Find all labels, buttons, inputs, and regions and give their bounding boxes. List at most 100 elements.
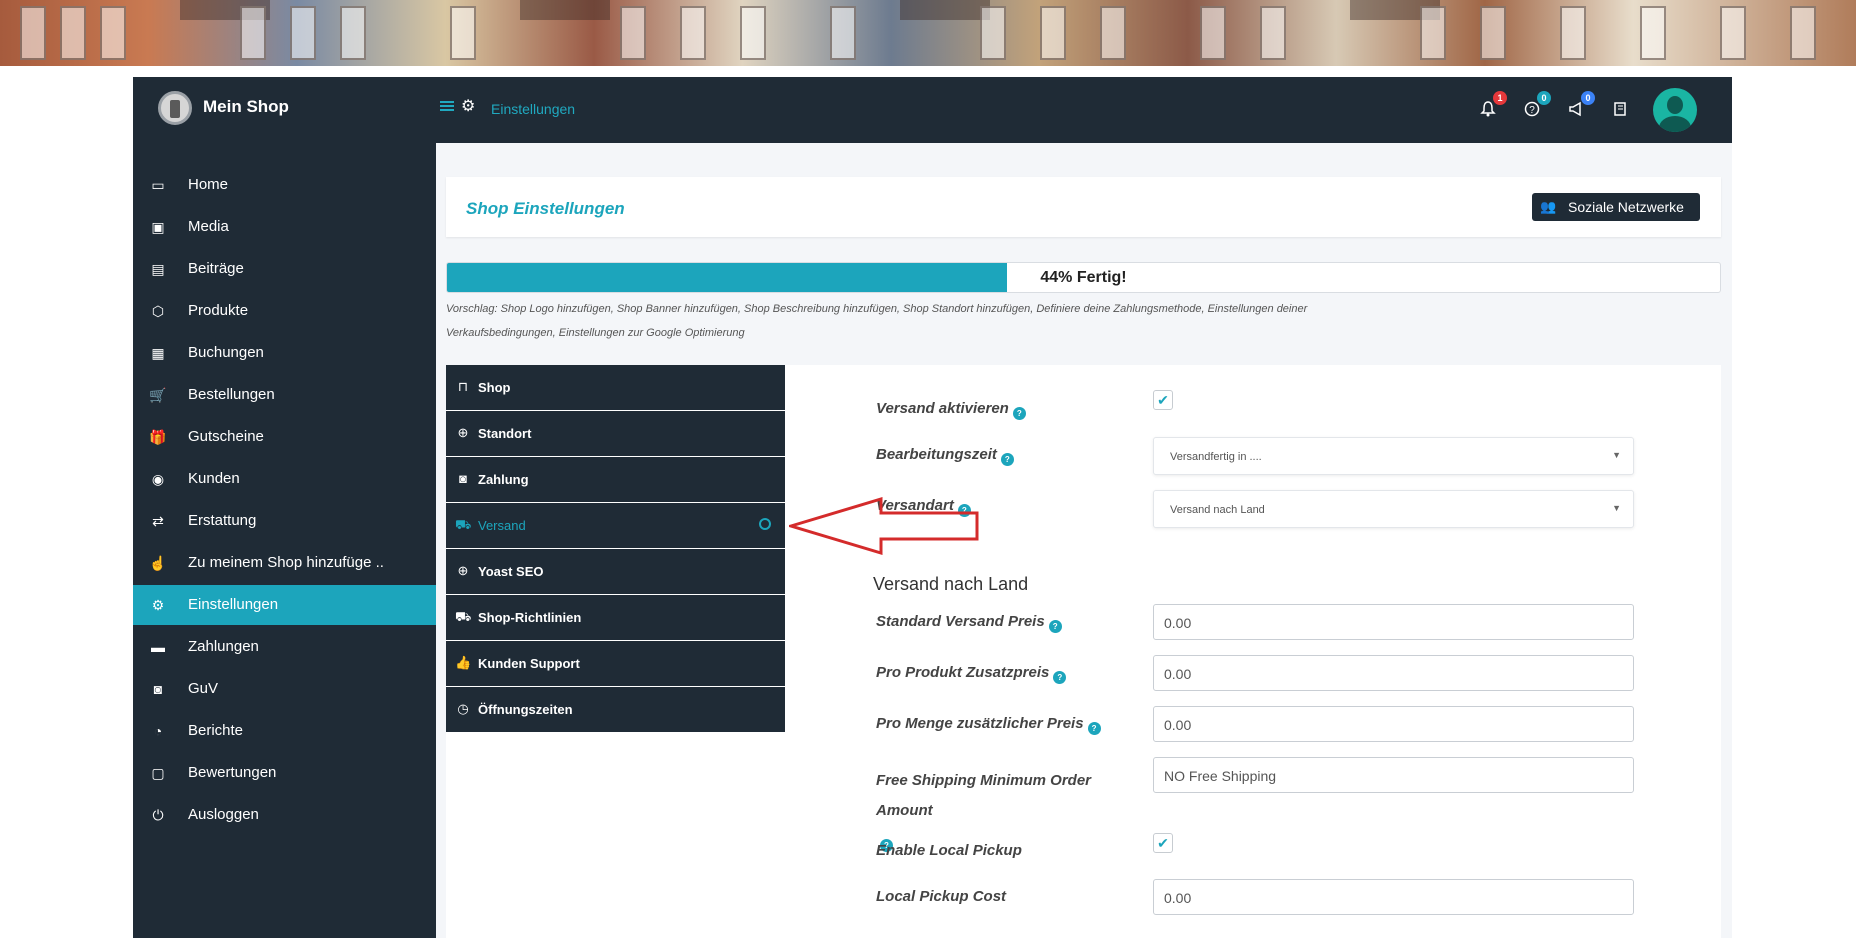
processing-time-value: Versandfertig in .... xyxy=(1170,451,1262,463)
help-badge: 0 xyxy=(1537,91,1551,105)
settings-tabs: ⊓ Shop ⊕ Standort ◙ Zahlung ⛟ Versand ⊕ Yoast SEO… xyxy=(446,365,785,733)
shop-logo-icon[interactable] xyxy=(158,91,192,125)
sidebar-item-label: Kunden xyxy=(188,470,240,487)
free-shipping-input[interactable]: NO Free Shipping xyxy=(1153,757,1634,793)
help-icon: ? xyxy=(1087,722,1101,735)
sidebar-item-bestellungen[interactable]: 🛒 Bestellungen xyxy=(133,375,436,415)
social-networks-button[interactable]: 👥 Soziale Netzwerke xyxy=(1532,193,1700,221)
truck-icon: ⛟ xyxy=(455,609,472,624)
comment-icon: ▢ xyxy=(151,765,165,781)
sidebar-item-label: Zahlungen xyxy=(188,638,259,655)
local-pickup-cost-input[interactable]: 0.00 xyxy=(1153,879,1634,915)
top-bar: Mein Shop ⚙ Einstellungen 1 ? 0 0 xyxy=(133,77,1732,143)
setup-progress-bar: 44% Fertig! xyxy=(446,262,1721,293)
sidebar-item-label: Zu meinem Shop hinzufüge .. xyxy=(188,554,384,571)
tab-standort[interactable]: ⊕ Standort xyxy=(446,411,785,457)
header-banner-image xyxy=(0,0,1856,66)
tab-versand[interactable]: ⛟ Versand xyxy=(446,503,785,549)
refund-icon: ⇄ xyxy=(152,513,164,529)
globe-icon: ⊕ xyxy=(457,425,469,440)
help-icon: ? xyxy=(1012,407,1026,420)
breadcrumb[interactable]: Einstellungen xyxy=(491,101,575,117)
sidebar-item-bewertungen[interactable]: ▢ Bewertungen xyxy=(133,753,436,793)
shipping-type-select[interactable]: Versand nach Land ▼ xyxy=(1153,490,1634,528)
sidebar-item-label: Buchungen xyxy=(188,344,264,361)
active-indicator-icon xyxy=(759,518,771,530)
per-quantity-price-label: Pro Menge zusätzlicher Preis? xyxy=(876,715,1101,735)
sidebar-item-berichte[interactable]: ◔ Berichte xyxy=(133,711,436,751)
gears-icon: ⚙ xyxy=(461,98,476,115)
help-icon: ? xyxy=(1053,671,1067,684)
announcements-badge: 0 xyxy=(1581,91,1595,105)
setup-hint: Vorschlag: Shop Logo hinzufügen, Shop Ba… xyxy=(446,303,1308,339)
help-icon: ? xyxy=(1048,620,1062,633)
user-avatar[interactable] xyxy=(1653,88,1697,132)
image-icon: ▣ xyxy=(151,219,165,235)
globe-icon: ⊕ xyxy=(457,563,469,578)
question-circle-icon[interactable]: ? 0 xyxy=(1523,91,1551,119)
page-title: Shop Einstellungen xyxy=(466,199,625,218)
tab-yoast-seo[interactable]: ⊕ Yoast SEO xyxy=(446,549,785,595)
default-price-input[interactable]: 0.00 xyxy=(1153,604,1634,640)
sidebar-item-kunden[interactable]: ◉ Kunden xyxy=(133,459,436,499)
tab-öffnungszeiten[interactable]: ◷ Öffnungszeiten xyxy=(446,687,785,733)
sidebar-item-produkte[interactable]: ⬡ Produkte xyxy=(133,291,436,331)
svg-text:?: ? xyxy=(1529,105,1535,116)
sidebar-item-media[interactable]: ▣ Media xyxy=(133,207,436,247)
tab-zahlung[interactable]: ◙ Zahlung xyxy=(446,457,785,503)
processing-time-label: Bearbeitungszeit? xyxy=(876,446,1014,466)
truck-icon: ⛟ xyxy=(455,517,472,532)
cart-icon: 🛒 xyxy=(149,387,167,403)
enable-shipping-label: Versand aktivieren? xyxy=(876,400,1026,420)
laptop-icon: ▭ xyxy=(151,177,165,193)
box-icon: ⬡ xyxy=(151,303,165,319)
bag-icon: ⊓ xyxy=(457,379,469,394)
bell-icon[interactable]: 1 xyxy=(1479,91,1507,119)
processing-time-select[interactable]: Versandfertig in .... ▼ xyxy=(1153,437,1634,475)
user-circle-icon: ◉ xyxy=(151,471,165,487)
tab-label: Standort xyxy=(478,426,532,441)
sidebar-item-label: Produkte xyxy=(188,302,249,319)
social-networks-label: Soziale Netzwerke xyxy=(1568,199,1684,215)
sidebar-item-buchungen[interactable]: ▦ Buchungen xyxy=(133,333,436,373)
clock-icon: ◷ xyxy=(457,701,469,716)
sidebar-item-zahlungen[interactable]: ▬ Zahlungen xyxy=(133,627,436,667)
tab-shop[interactable]: ⊓ Shop xyxy=(446,365,785,411)
tab-label: Shop-Richtlinien xyxy=(478,610,582,625)
sidebar-item-ausloggen[interactable]: ⏻ Ausloggen xyxy=(133,795,436,835)
local-pickup-cost-label: Local Pickup Cost xyxy=(876,888,1007,905)
red-arrow-annotation xyxy=(789,497,979,555)
sidebar-item-gutscheine[interactable]: 🎁 Gutscheine xyxy=(133,417,436,457)
megaphone-icon[interactable]: 0 xyxy=(1567,91,1595,119)
sidebar-item-label: Gutscheine xyxy=(188,428,264,445)
sidebar-item-home[interactable]: ▭ Home xyxy=(133,165,436,205)
sidebar-item-zu-meinem-shop-hinzufüge[interactable]: ☝ Zu meinem Shop hinzufüge .. xyxy=(133,543,436,583)
brand-name[interactable]: Mein Shop xyxy=(203,97,289,117)
sidebar-item-erstattung[interactable]: ⇄ Erstattung xyxy=(133,501,436,541)
per-product-price-input[interactable]: 0.00 xyxy=(1153,655,1634,691)
sidebar-item-einstellungen[interactable]: ⚙ Einstellungen xyxy=(133,585,436,625)
document-icon: ▤ xyxy=(151,261,165,277)
sidebar-item-label: Beiträge xyxy=(188,260,244,277)
sidebar-item-guv[interactable]: ◙ GuV xyxy=(133,669,436,709)
sidebar-item-label: Home xyxy=(188,176,229,193)
sidebar-item-label: Bewertungen xyxy=(188,764,277,781)
hamburger-menu-icon[interactable] xyxy=(440,99,454,113)
tab-shop-richtlinien[interactable]: ⛟ Shop-Richtlinien xyxy=(446,595,785,641)
tab-kunden-support[interactable]: 👍 Kunden Support xyxy=(446,641,785,687)
sidebar-item-beiträge[interactable]: ▤ Beiträge xyxy=(133,249,436,289)
gears-icon: ⚙ xyxy=(151,597,165,613)
power-icon: ⏻ xyxy=(152,807,164,823)
tab-label: Öffnungszeiten xyxy=(478,702,573,717)
credit-card-icon: ▬ xyxy=(151,639,165,655)
local-pickup-checkbox[interactable]: ✔ xyxy=(1153,833,1173,853)
tab-label: Zahlung xyxy=(478,472,529,487)
per-quantity-price-input[interactable]: 0.00 xyxy=(1153,706,1634,742)
book-icon[interactable] xyxy=(1611,101,1629,119)
users-icon: 👥 xyxy=(1540,199,1557,214)
sidebar-item-label: Bestellungen xyxy=(188,386,275,403)
sidebar-item-label: GuV xyxy=(188,680,219,697)
page-header-card: Shop Einstellungen 👥 Soziale Netzwerke xyxy=(446,177,1721,237)
notifications-badge: 1 xyxy=(1493,91,1507,105)
enable-shipping-checkbox[interactable]: ✔ xyxy=(1153,390,1173,410)
